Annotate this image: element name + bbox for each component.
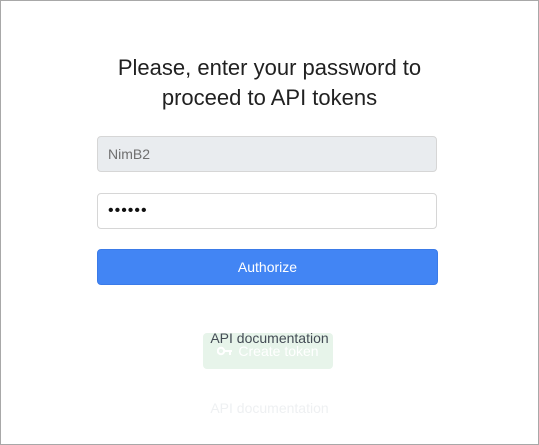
api-documentation-faded: API documentation xyxy=(210,400,329,416)
key-icon xyxy=(217,346,233,356)
title-line-1: Please, enter your password to xyxy=(117,55,422,80)
api-documentation-link[interactable]: API documentation xyxy=(1,330,538,346)
authorize-button[interactable]: Authorize xyxy=(97,249,438,285)
title-line-2: proceed to API tokens xyxy=(161,85,378,110)
login-field[interactable] xyxy=(97,136,437,172)
password-field[interactable] xyxy=(97,193,437,229)
auth-panel: Please, enter your password to proceed t… xyxy=(0,0,539,445)
page-title: Please, enter your password to proceed t… xyxy=(1,53,538,113)
